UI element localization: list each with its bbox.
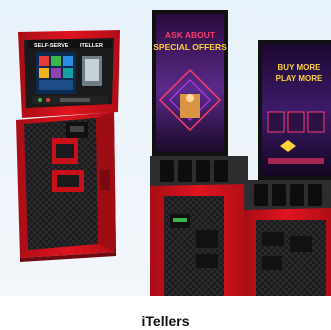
right-kiosk-headline-2: PLAY MORE [276, 74, 323, 83]
product-card: SELF-SERVE ITELLER ASK ABOUT SPECIAL OFF… [0, 0, 331, 330]
left-kiosk-brand-right: ITELLER [80, 43, 103, 49]
right-kiosk-headline-1: BUY MORE [278, 63, 322, 72]
kiosk-illustration: SELF-SERVE ITELLER ASK ABOUT SPECIAL OFF… [0, 0, 331, 296]
left-kiosk-brand-left: SELF-SERVE [34, 43, 69, 49]
middle-kiosk-headline-1: ASK ABOUT [165, 30, 216, 40]
product-caption[interactable]: iTellers [0, 312, 331, 330]
middle-kiosk-headline-2: SPECIAL OFFERS [153, 42, 227, 52]
left-kiosk: SELF-SERVE ITELLER [16, 30, 120, 262]
product-photo[interactable]: SELF-SERVE ITELLER ASK ABOUT SPECIAL OFF… [0, 0, 331, 296]
